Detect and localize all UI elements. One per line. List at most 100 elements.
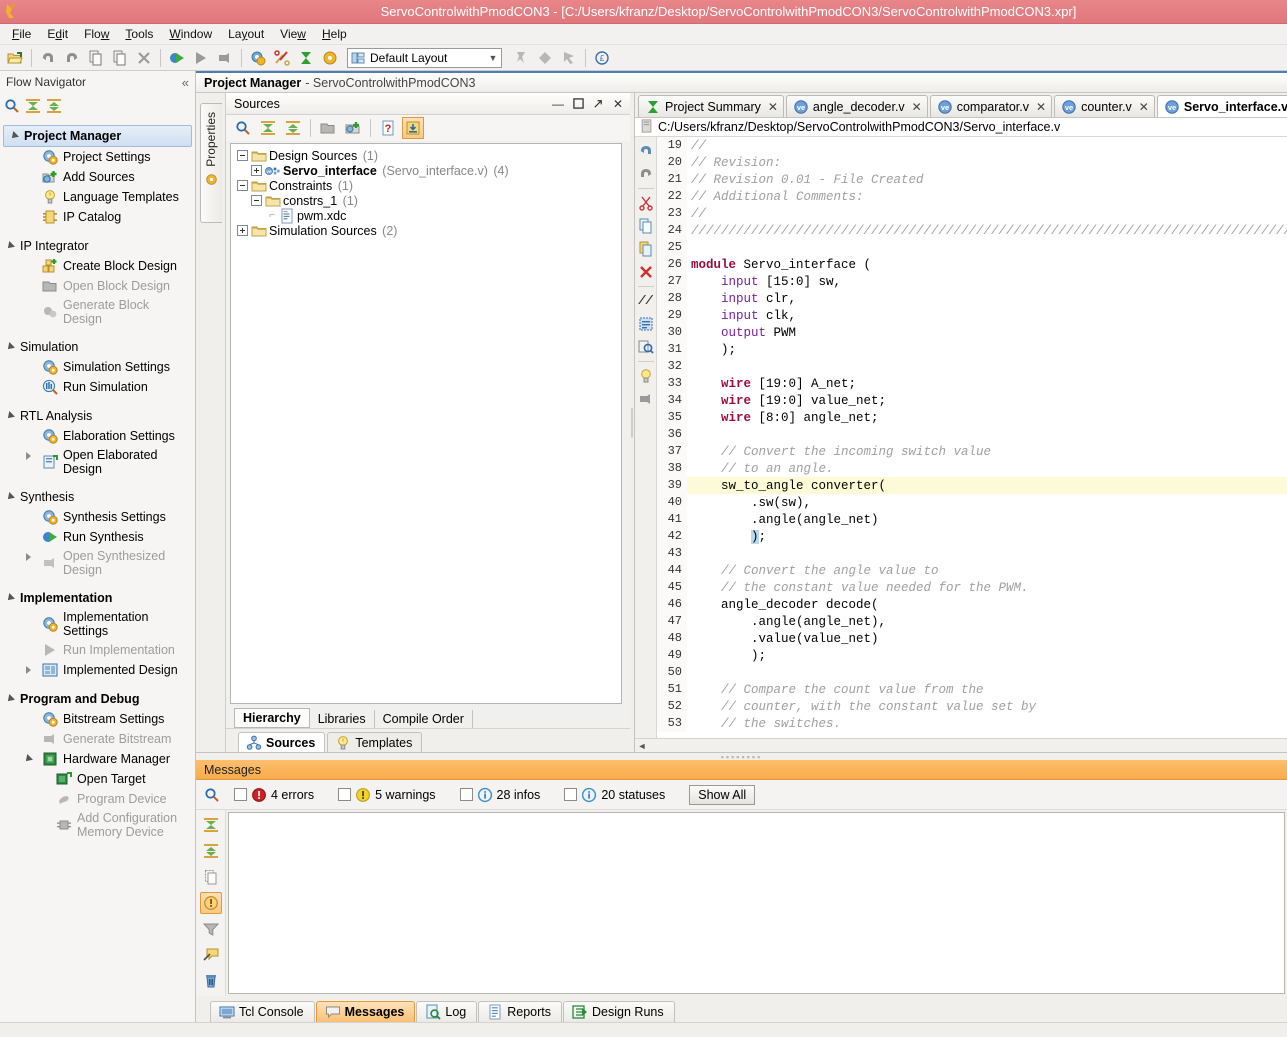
- paste-icon[interactable]: [109, 47, 131, 69]
- tools-icon[interactable]: [271, 47, 293, 69]
- redo-icon[interactable]: [61, 47, 83, 69]
- code-line[interactable]: 34 wire [19:0] value_net;: [657, 392, 1287, 409]
- collapse-node-icon[interactable]: [251, 195, 262, 206]
- toggle-warnings-icon-button[interactable]: [200, 892, 222, 914]
- expand-all-icon[interactable]: [282, 117, 304, 139]
- dock-tab-tcl-console[interactable]: Tcl Console: [210, 1001, 315, 1022]
- chevron-down-icon[interactable]: [6, 594, 15, 603]
- editor-tab-angle-decoder-v[interactable]: veangle_decoder.v✕: [786, 95, 928, 117]
- messages-filter--statuses[interactable]: 20 statuses: [564, 787, 665, 803]
- show-all-button[interactable]: Show All: [689, 785, 755, 805]
- block-icon[interactable]: [635, 388, 657, 410]
- code-line[interactable]: 23//: [657, 205, 1287, 222]
- close-icon[interactable]: ✕: [1036, 100, 1046, 114]
- flow-navigator-item-bitstream-settings[interactable]: Bitstream Settings: [0, 709, 195, 729]
- code-line[interactable]: 37 // Convert the incoming switch value: [657, 443, 1287, 460]
- flow-navigator-item-language-templates[interactable]: Language Templates: [0, 187, 195, 207]
- editor-tab-comparator-v[interactable]: vecomparator.v✕: [930, 95, 1052, 117]
- flow-navigator-item-simulation-settings[interactable]: Simulation Settings: [0, 357, 195, 377]
- menu-view[interactable]: View: [272, 25, 314, 43]
- collapse-node-icon[interactable]: [237, 180, 248, 191]
- cursor-icon[interactable]: [558, 47, 580, 69]
- generate-bitstream-icon[interactable]: [214, 47, 236, 69]
- expand-all-icon-button[interactable]: [200, 840, 222, 862]
- flow-navigator-group-synthesis[interactable]: Synthesis: [0, 487, 195, 507]
- chevron-down-icon[interactable]: ▼: [485, 53, 501, 63]
- code-line[interactable]: 44 // Convert the angle value to: [657, 562, 1287, 579]
- flow-navigator-item-open-target[interactable]: Open Target: [0, 769, 195, 789]
- copy-icon-button[interactable]: [200, 866, 222, 888]
- dock-tab-design-runs[interactable]: Design Runs: [563, 1001, 675, 1022]
- code-line[interactable]: 31 );: [657, 341, 1287, 358]
- delete-x-icon[interactable]: [635, 261, 657, 283]
- dock-tab-messages[interactable]: Messages: [316, 1001, 416, 1022]
- menu-window[interactable]: Window: [161, 25, 220, 43]
- code-line[interactable]: 45 // the constant value needed for the …: [657, 579, 1287, 596]
- code-line[interactable]: 42 );: [657, 528, 1287, 545]
- sources-tree[interactable]: Design Sources (1)veServo_interface (Ser…: [230, 143, 622, 704]
- code-line[interactable]: 53 // the switches.: [657, 715, 1287, 732]
- summary-icon[interactable]: [295, 47, 317, 69]
- flow-navigator-item-open-synthesized-design[interactable]: Open Synthesized Design: [0, 547, 195, 579]
- flow-navigator-item-elaboration-settings[interactable]: Elaboration Settings: [0, 426, 195, 446]
- chevron-down-icon[interactable]: [10, 132, 19, 141]
- sources-view-tab-libraries[interactable]: Libraries: [310, 710, 375, 728]
- undo-icon[interactable]: [37, 47, 59, 69]
- toggle-comment-icon[interactable]: //: [635, 290, 657, 312]
- menu-layout[interactable]: Layout: [220, 25, 272, 43]
- chevron-down-icon[interactable]: [6, 412, 15, 421]
- code-line[interactable]: 48 .value(value_net): [657, 630, 1287, 647]
- open-project-icon[interactable]: [4, 47, 26, 69]
- flow-navigator-item-run-implementation[interactable]: Run Implementation: [0, 640, 195, 660]
- sources-tree-node[interactable]: Design Sources (1): [235, 148, 621, 163]
- code-line[interactable]: 27 input [15:0] sw,: [657, 273, 1287, 290]
- bulb-hint-icon[interactable]: [635, 365, 657, 387]
- chevron-down-icon[interactable]: [23, 754, 33, 764]
- close-icon[interactable]: ✕: [610, 96, 626, 112]
- flow-navigator-group-simulation[interactable]: Simulation: [0, 337, 195, 357]
- search-icon[interactable]: [232, 117, 254, 139]
- code-line[interactable]: 28 input clr,: [657, 290, 1287, 307]
- code-line[interactable]: 40 .sw(sw),: [657, 494, 1287, 511]
- editor-horizontal-scrollbar[interactable]: ◄: [635, 738, 1287, 752]
- redo-icon[interactable]: [635, 163, 657, 185]
- options-icon[interactable]: [319, 47, 341, 69]
- flow-navigator-item-implemented-design[interactable]: Implemented Design: [0, 660, 195, 680]
- select-all-icon[interactable]: [635, 313, 657, 335]
- flow-navigator-item-synthesis-settings[interactable]: Synthesis Settings: [0, 507, 195, 527]
- flow-navigator-item-open-elaborated-design[interactable]: Open Elaborated Design: [0, 446, 195, 478]
- help-icon[interactable]: ?: [377, 117, 399, 139]
- properties-vertical-tab[interactable]: Properties: [200, 103, 222, 223]
- chevron-down-icon[interactable]: [6, 695, 15, 704]
- collapse-all-icon[interactable]: [257, 117, 279, 139]
- flow-navigator-item-add-sources[interactable]: Add Sources: [0, 167, 195, 187]
- flow-navigator-group-program-and-debug[interactable]: Program and Debug: [0, 689, 195, 709]
- chevron-left-icon[interactable]: ◄: [635, 741, 649, 751]
- messages-filter--infos[interactable]: 28 infos: [460, 787, 541, 803]
- chevron-right-icon[interactable]: [26, 452, 31, 460]
- float-icon[interactable]: [534, 47, 556, 69]
- code-line[interactable]: 35 wire [8:0] angle_net;: [657, 409, 1287, 426]
- flow-navigator-group-rtl-analysis[interactable]: RTL Analysis: [0, 406, 195, 426]
- delete-icon[interactable]: [133, 47, 155, 69]
- close-icon[interactable]: ✕: [768, 100, 778, 114]
- dock-tab-log[interactable]: Log: [416, 1001, 477, 1022]
- checkbox[interactable]: [564, 788, 577, 801]
- editor-tab-project-summary[interactable]: Project Summary✕: [638, 95, 784, 117]
- copy-icon[interactable]: [635, 215, 657, 237]
- expand-node-icon[interactable]: [237, 225, 248, 236]
- flow-navigator-item-program-device[interactable]: Program Device: [0, 789, 195, 809]
- code-text-area[interactable]: 19//20// Revision:21// Revision 0.01 - F…: [657, 137, 1287, 738]
- collapse-all-icon[interactable]: [25, 98, 41, 114]
- messages-dock-splitter[interactable]: ▪▪▪▪▪▪▪▪: [196, 753, 1287, 760]
- chevron-right-icon[interactable]: [26, 666, 31, 674]
- flow-navigator-item-create-block-design[interactable]: Create Block Design: [0, 256, 195, 276]
- code-line[interactable]: 25: [657, 239, 1287, 256]
- delete-icon-button[interactable]: [200, 970, 222, 992]
- code-line[interactable]: 39 sw_to_angle converter(: [657, 477, 1287, 494]
- chevron-down-icon[interactable]: [6, 343, 15, 352]
- menu-file[interactable]: File: [4, 25, 39, 43]
- maximize-icon[interactable]: [570, 96, 586, 112]
- code-line[interactable]: 41 .angle(angle_net): [657, 511, 1287, 528]
- code-line[interactable]: 46 angle_decoder decode(: [657, 596, 1287, 613]
